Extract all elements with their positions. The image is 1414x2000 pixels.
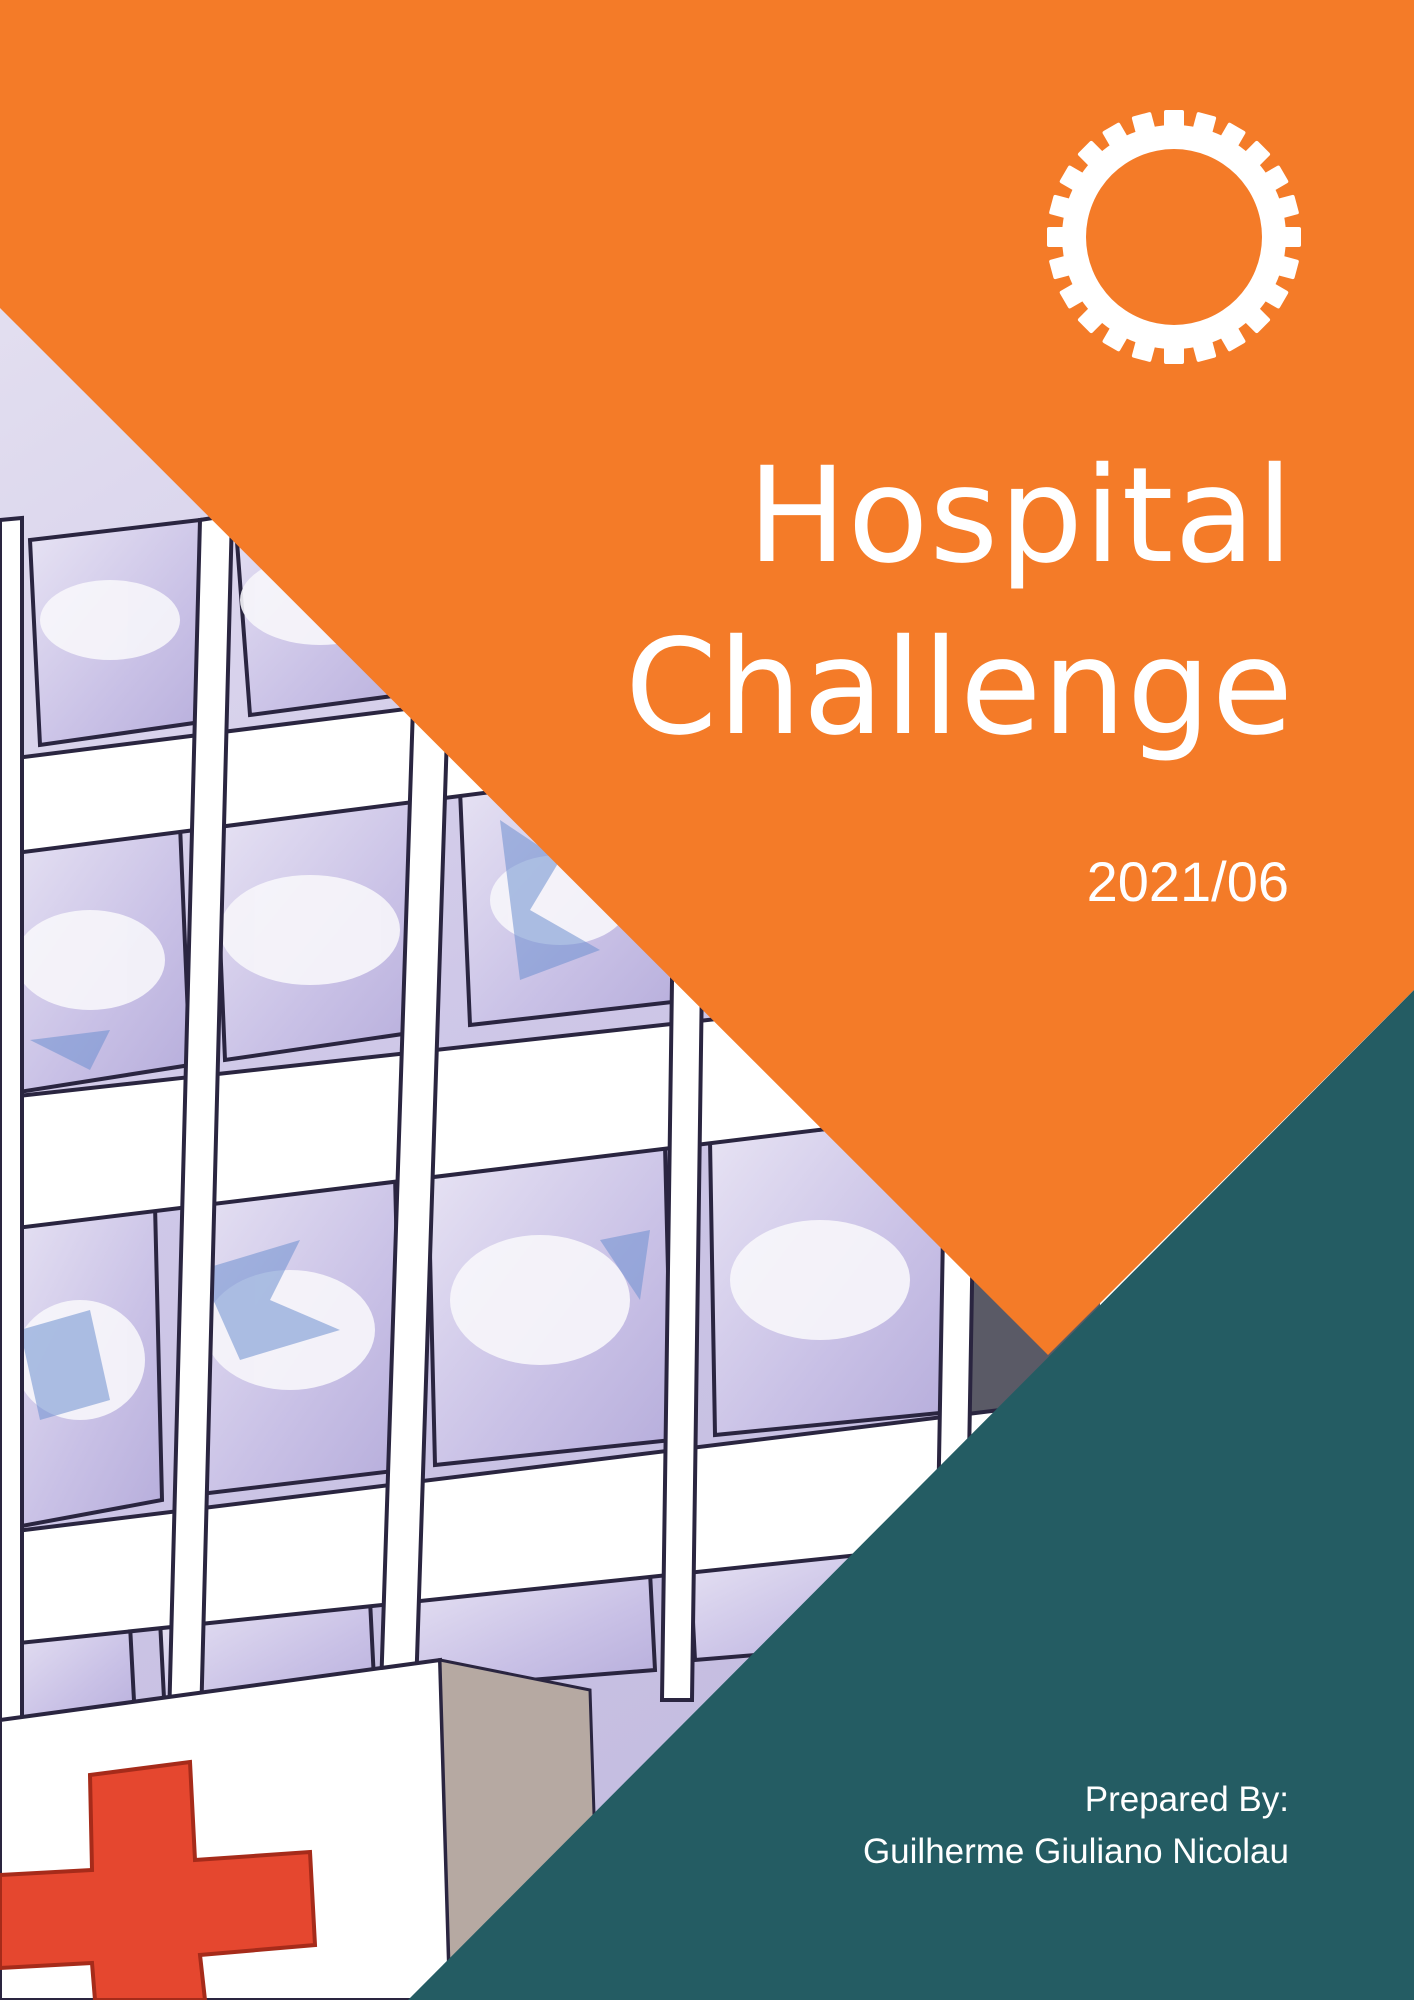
report-date: 2021/06 [1086,850,1289,913]
prepared-by-label: Prepared By: [1084,1780,1289,1819]
report-title: Hospital Challenge [625,430,1294,774]
report-cover: Hospital Challenge 2021/06 Prepared By: … [0,0,1414,2000]
title-line-1: Hospital [747,439,1294,593]
title-line-2: Challenge [625,611,1294,765]
prepared-by-block: Prepared By: Guilherme Giuliano Nicolau [863,1774,1289,1878]
author-name: Guilherme Giuliano Nicolau [862,1832,1289,1871]
gear-icon [1047,110,1301,364]
